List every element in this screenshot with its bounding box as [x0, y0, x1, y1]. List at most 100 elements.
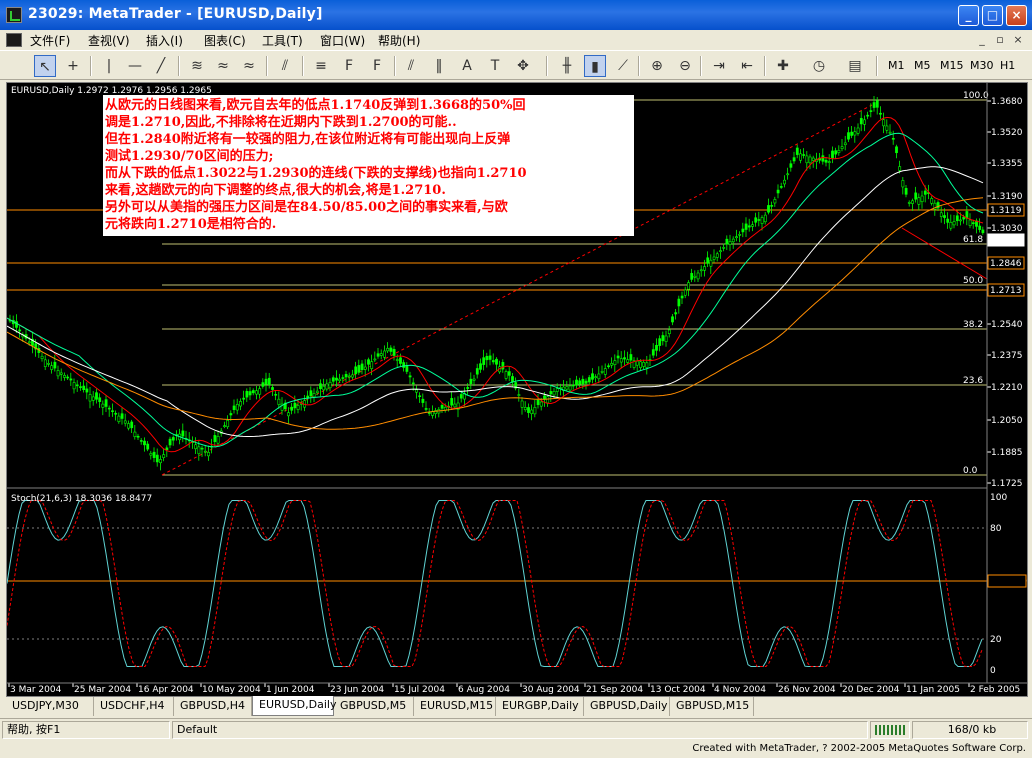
cursor-tool-icon[interactable]: ↖ [34, 55, 56, 77]
date-axis-label: 13 Oct 2004 [650, 685, 706, 695]
periods-clock-icon[interactable]: ◷ [808, 55, 830, 77]
autoscroll-icon[interactable]: ⇤ [736, 55, 758, 77]
andrews-pitchfork-icon[interactable]: ⫽ [274, 55, 296, 77]
mdi-close-icon[interactable]: × [1010, 32, 1026, 47]
fibo-arcs-icon[interactable]: F [366, 55, 388, 77]
price-axis-label: 1.2210 [991, 383, 1023, 393]
date-axis-label: 11 Jan 2005 [906, 685, 960, 695]
elliott-wave-icon[interactable]: ≋ [186, 55, 208, 77]
mdi-minimize-icon[interactable]: _ [974, 32, 990, 47]
chart-tab[interactable]: USDJPY,M30 [6, 697, 94, 716]
arrows-icon[interactable]: ✥ [512, 55, 534, 77]
price-axis-label: 1.2540 [991, 320, 1023, 330]
wave-d-icon[interactable]: ≈ [238, 55, 260, 77]
credit-text: Created with MetaTrader, ? 2002-2005 Met… [692, 743, 1026, 754]
menu-help[interactable]: 帮助(H) [378, 32, 420, 49]
chart-tab[interactable]: USDCHF,H4 [94, 697, 174, 716]
bar-chart-icon[interactable]: ╫ [556, 55, 578, 77]
chart-window[interactable]: 100.0 61.8 50.0 38.2 23.6 0.0 1.3680 1.3520 1.3… [6, 82, 1028, 697]
timeframe-m15[interactable]: M15 [940, 59, 964, 72]
timeframe-m5[interactable]: M5 [914, 59, 931, 72]
indicator-header: Stoch(21,6,3) 18.3036 18.8477 [11, 494, 152, 504]
date-axis-label: 4 Nov 2004 [714, 685, 766, 695]
date-axis-label: 10 May 2004 [202, 685, 261, 695]
price-tag: 1.2965 [990, 236, 1022, 246]
price-axis-label: 1.2050 [991, 416, 1023, 426]
annotation-line: 元将跌向1.2710是相符合的. [105, 216, 276, 232]
chart-tab[interactable]: EURUSD,Daily [252, 696, 336, 716]
trendline-icon[interactable]: ╱ [150, 55, 172, 77]
channel-icon[interactable]: ⫽ [400, 55, 422, 77]
menu-window[interactable]: 窗口(W) [320, 32, 365, 49]
date-axis-label: 25 Mar 2004 [74, 685, 131, 695]
minimize-button[interactable]: _ [958, 5, 979, 26]
toolbar: ↖ + | — ╱ ≋ ≈ ≈ ⫽ ≡ F F ⫽ ‖ A T ✥ ╫ ▮ ⟋ … [0, 50, 1032, 80]
price-axis-label: 1.3520 [991, 128, 1023, 138]
crosshair-tool-icon[interactable]: + [62, 55, 84, 77]
stoch-axis-label: 20 [990, 635, 1002, 645]
date-axis-label: 2 Feb 2005 [970, 685, 1020, 695]
fibo-fan-icon[interactable]: F [338, 55, 360, 77]
timeframe-m1[interactable]: M1 [888, 59, 905, 72]
wave-e-icon[interactable]: ≈ [212, 55, 234, 77]
menu-chart[interactable]: 图表(C) [204, 32, 246, 49]
price-tag: 1.3119 [990, 206, 1022, 216]
date-axis-label: 23 Jun 2004 [330, 685, 384, 695]
annotation-line: 另外可以从美指的强压力区间是在84.50/85.00之间的事实来看,与欧 [105, 199, 508, 215]
date-axis-label: 6 Aug 2004 [458, 685, 510, 695]
date-axis-label: 30 Aug 2004 [522, 685, 580, 695]
close-button[interactable]: × [1006, 5, 1027, 26]
date-axis-label: 3 Mar 2004 [10, 685, 62, 695]
stoch-axis-label: 80 [990, 524, 1002, 534]
horizontal-line-icon[interactable]: — [124, 55, 146, 77]
cycle-lines-icon[interactable]: ‖ [428, 55, 450, 77]
fibo-level-label: 0.0 [963, 466, 978, 476]
window-title: 23029: MetaTrader - [EURUSD,Daily] [28, 6, 323, 22]
mdi-restore-icon[interactable]: ▫ [992, 32, 1008, 47]
timeframe-m30[interactable]: M30 [970, 59, 994, 72]
date-axis-label: 21 Sep 2004 [586, 685, 643, 695]
price-axis-label: 1.3680 [991, 97, 1023, 107]
chart-tab[interactable]: GBPUSD,M15 [670, 697, 754, 716]
price-axis-label: 1.3355 [991, 159, 1023, 169]
chart-tab[interactable]: EURUSD,M15 [414, 697, 496, 716]
metatrader-window: 23029: MetaTrader - [EURUSD,Daily] _ □ ×… [0, 0, 1032, 758]
candlestick-icon[interactable]: ▮ [584, 55, 606, 77]
price-tag: 1.2846 [990, 259, 1022, 269]
timeframe-h1[interactable]: H1 [1000, 59, 1015, 72]
vertical-line-icon[interactable]: | [98, 55, 120, 77]
date-axis-label: 26 Nov 2004 [778, 685, 836, 695]
line-chart-icon[interactable]: ⟋ [612, 55, 634, 77]
menu-file[interactable]: 文件(F) [30, 32, 70, 49]
menu-tools[interactable]: 工具(T) [262, 32, 303, 49]
price-chart[interactable]: 100.0 61.8 50.0 38.2 23.6 0.0 1.3680 1.3520 1.3… [7, 83, 1027, 696]
indicators-icon[interactable]: ✚ [772, 55, 794, 77]
price-axis-label: 1.1885 [991, 448, 1023, 458]
fibo-level-label: 100.0 [963, 91, 989, 101]
annotation-line: 从欧元的日线图来看,欧元自去年的低点1.1740反弹到1.3668的50%回 [105, 97, 525, 113]
date-axis-label: 1 Jun 2004 [266, 685, 315, 695]
document-icon[interactable] [6, 33, 22, 47]
fibo-retracement-icon[interactable]: ≡ [310, 55, 332, 77]
menu-insert[interactable]: 插入(I) [146, 32, 183, 49]
zoom-in-icon[interactable]: ⊕ [646, 55, 668, 77]
text-label-icon[interactable]: T [484, 55, 506, 77]
stoch-axis-label: 100 [990, 493, 1007, 503]
connection-icon [870, 721, 910, 739]
chart-tabs: USDJPY,M30 USDCHF,H4 GBPUSD,H4 EURUSD,Daily… [6, 696, 1028, 717]
annotation-line: 但在1.2840附近将有一较强的阻力,在该位附近将有可能出现向上反弹 [104, 131, 510, 147]
chart-tab[interactable]: GBPUSD,H4 [174, 697, 252, 716]
zoom-out-icon[interactable]: ⊖ [674, 55, 696, 77]
chart-shift-icon[interactable]: ⇥ [708, 55, 730, 77]
maximize-button[interactable]: □ [982, 5, 1003, 26]
title-bar[interactable]: 23029: MetaTrader - [EURUSD,Daily] _ □ × [0, 0, 1032, 30]
text-tool-icon[interactable]: A [456, 55, 478, 77]
fibo-level-label: 50.0 [963, 276, 983, 286]
chart-tab[interactable]: EURGBP,Daily [496, 697, 584, 716]
chart-tab[interactable]: GBPUSD,M5 [334, 697, 414, 716]
menu-bar: 文件(F) 查视(V) 插入(I) 图表(C) 工具(T) 窗口(W) 帮助(H… [0, 30, 1032, 50]
chart-header: EURUSD,Daily 1.2972 1.2976 1.2956 1.2965 [11, 86, 212, 96]
chart-tab[interactable]: GBPUSD,Daily [584, 697, 670, 716]
templates-icon[interactable]: ▤ [844, 55, 866, 77]
menu-view[interactable]: 查视(V) [88, 32, 130, 49]
